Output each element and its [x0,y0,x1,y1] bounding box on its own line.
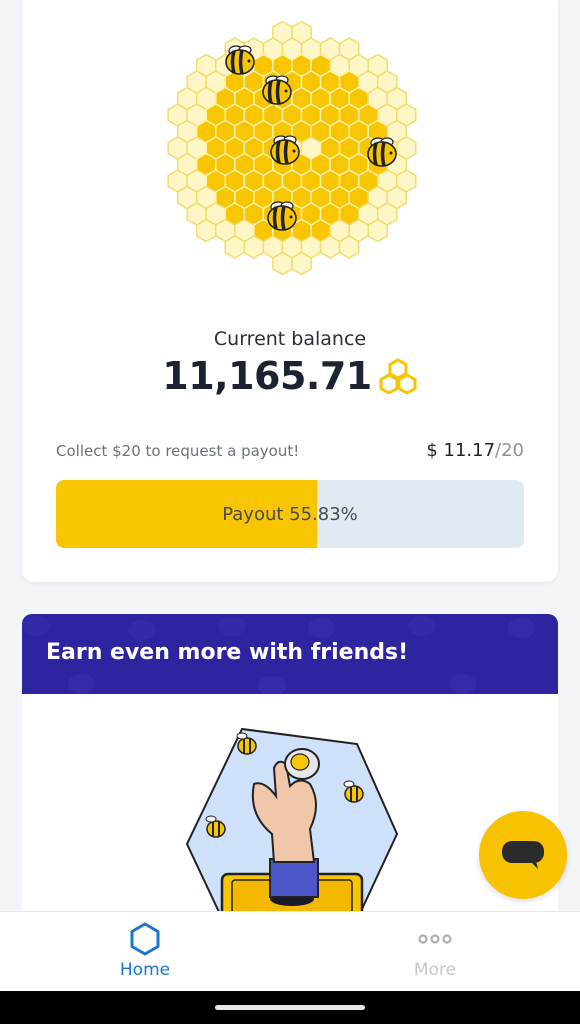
payout-info: Collect $20 to request a payout! $ 11.17… [56,440,524,461]
payout-current: $ 11.17 [426,440,496,461]
bottom-nav: Home More [0,911,580,991]
honeycomb-cell [195,218,217,243]
balance-card: Current balance 11,165.71 Collect $20 to… [22,0,558,582]
hive-illustration [167,20,417,276]
honeycomb-cell [319,235,341,259]
more-dots-icon [418,934,452,944]
honeycomb-cell [367,218,389,243]
chat-bubble-icon [502,841,544,869]
balance-value: 11,165.71 [162,354,372,398]
friends-header: Earn even more with friends! [22,614,558,694]
bee-icon [270,135,300,165]
payout-hint: Collect $20 to request a payout! [56,441,300,460]
nav-more-label: More [413,960,457,980]
nav-home[interactable]: Home [0,912,290,991]
nav-home-label: Home [119,960,171,980]
friends-card[interactable]: Earn even more with friends! [22,614,558,934]
payout-amount: $ 11.17/20 [426,440,524,461]
payout-target: /20 [495,440,524,461]
payout-progress-label: Payout 55.83% [222,503,358,525]
nav-more[interactable]: More [290,912,580,991]
payout-progress-bar[interactable]: Payout 55.83% [56,480,524,548]
honeycomb-cell [338,235,360,259]
honeycomb-cell [243,235,265,259]
bee-icon [262,75,292,105]
balance-row: 11,165.71 [22,354,558,398]
bee-icon [367,137,397,167]
honeycomb-cell [224,235,246,259]
system-navigation-bar [0,991,580,1024]
honeycomb-cell [291,251,312,276]
bee-icon [267,201,297,231]
payout-progress-label-wrap: Payout 55.83% [56,480,524,548]
bee-icon [225,45,255,75]
home-indicator[interactable] [215,1005,365,1010]
honeycomb-icon [379,358,417,394]
honeycomb-cell [272,251,293,276]
referral-illustration [185,727,399,931]
friends-title: Earn even more with friends! [46,640,409,665]
hexagon-home-icon [130,922,160,956]
chat-button[interactable] [479,811,567,899]
balance-label: Current balance [213,328,367,350]
